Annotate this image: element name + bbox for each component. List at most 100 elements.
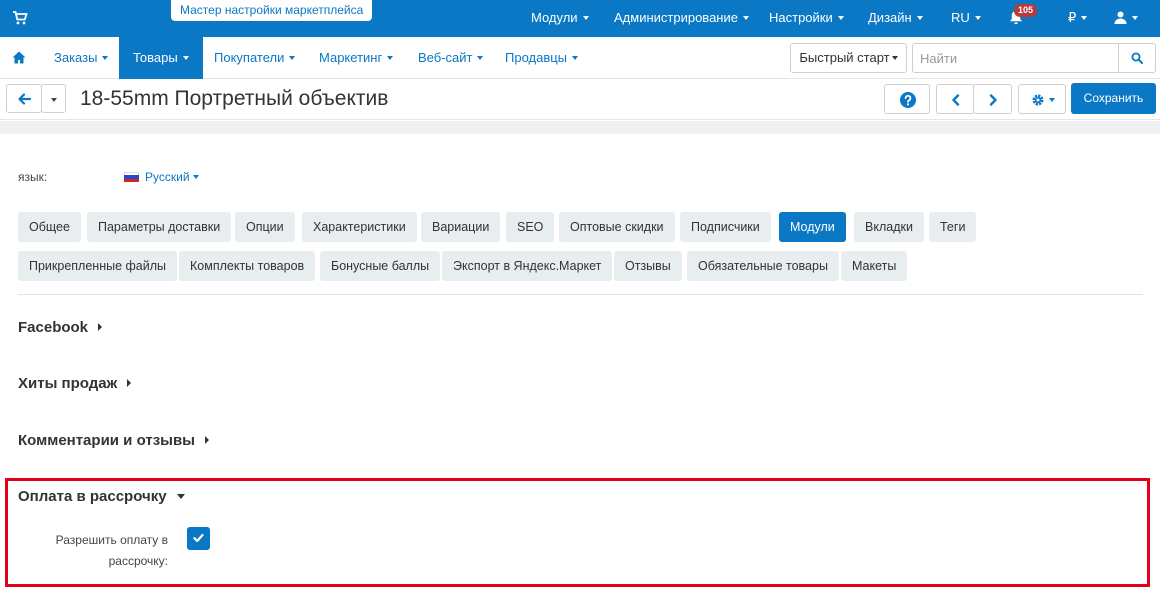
- chevron-down-icon: [51, 98, 57, 102]
- language-value: Русский: [145, 170, 190, 184]
- search-box: [912, 43, 1156, 73]
- chevron-right-icon: [989, 94, 997, 106]
- home-icon[interactable]: [12, 51, 26, 64]
- caret-icon: [387, 55, 394, 60]
- tab-tags[interactable]: Теги: [929, 212, 977, 242]
- next-product-button[interactable]: [973, 84, 1012, 114]
- title-bar: 18-55mm Портретный объектив Сохранить: [0, 79, 1160, 120]
- installment-checkbox[interactable]: [187, 527, 210, 550]
- menu-administration[interactable]: Администрирование: [614, 0, 749, 37]
- checkmark-icon: [193, 533, 204, 543]
- cart-icon[interactable]: [12, 10, 28, 26]
- main-navigation: Заказы Товары Покупатели Маркетинг Веб-с…: [0, 37, 1160, 79]
- menu-settings-label: Настройки: [769, 10, 833, 25]
- caret-down-icon: [176, 494, 185, 499]
- caret-icon: [974, 15, 981, 20]
- language-selector[interactable]: Русский: [124, 170, 199, 184]
- header-shadow: [0, 121, 1160, 134]
- quick-start-button[interactable]: Быстрый старт: [790, 43, 907, 73]
- caret-icon: [192, 174, 199, 179]
- menu-modules-label: Модули: [531, 10, 578, 25]
- tab-attachments[interactable]: Прикрепленные файлы: [18, 251, 178, 281]
- caret-icon: [1081, 15, 1088, 20]
- top-bar: Мастер настройки маркетплейса Модули Адм…: [0, 0, 1160, 37]
- tab-required-products[interactable]: Обязательные товары: [687, 251, 839, 281]
- caret-right-icon: [127, 379, 132, 387]
- tab-wholesale[interactable]: Оптовые скидки: [559, 212, 675, 242]
- nav-orders-label: Заказы: [54, 50, 98, 65]
- tab-layouts[interactable]: Макеты: [841, 251, 908, 281]
- menu-administration-label: Администрирование: [614, 10, 738, 25]
- section-installment[interactable]: Оплата в рассрочку: [18, 488, 185, 505]
- russia-flag-icon: [124, 172, 139, 182]
- caret-icon: [182, 55, 189, 60]
- section-bestsellers-label: Хиты продаж: [18, 375, 118, 392]
- tab-options[interactable]: Опции: [235, 212, 295, 242]
- previous-product-button[interactable]: [936, 84, 974, 114]
- tab-shipping-params[interactable]: Параметры доставки: [87, 212, 232, 242]
- nav-website[interactable]: Веб-сайт: [418, 37, 484, 79]
- menu-user[interactable]: [1114, 0, 1138, 37]
- caret-right-icon: [205, 436, 209, 444]
- section-facebook[interactable]: Facebook: [18, 319, 103, 336]
- chevron-left-icon: [952, 94, 960, 106]
- arrow-left-icon: [18, 93, 31, 105]
- tab-modules[interactable]: Модули: [779, 212, 846, 242]
- nav-products[interactable]: Товары: [119, 37, 203, 79]
- user-icon: [1114, 11, 1127, 24]
- nav-customers[interactable]: Покупатели: [214, 37, 296, 79]
- search-input[interactable]: [913, 44, 1119, 72]
- caret-icon: [289, 55, 296, 60]
- caret-icon: [102, 55, 109, 60]
- search-icon: [1131, 52, 1143, 64]
- menu-settings[interactable]: Настройки: [769, 0, 844, 37]
- back-button[interactable]: [6, 84, 42, 113]
- tab-variations[interactable]: Вариации: [421, 212, 501, 242]
- caret-icon: [1049, 98, 1055, 102]
- page-title: 18-55mm Портретный объектив: [80, 87, 389, 110]
- marketplace-wizard-button[interactable]: Мастер настройки маркетплейса: [171, 0, 373, 21]
- help-icon: [900, 92, 916, 108]
- caret-icon: [891, 55, 898, 60]
- divider: [18, 294, 1143, 295]
- caret-right-icon: [98, 323, 103, 331]
- tab-bonus-points[interactable]: Бонусные баллы: [320, 251, 441, 281]
- section-bestsellers[interactable]: Хиты продаж: [18, 375, 132, 392]
- caret-icon: [837, 15, 844, 20]
- menu-language-label: RU: [951, 10, 970, 25]
- language-label: язык:: [18, 170, 48, 184]
- menu-currency-label: ₽: [1068, 10, 1077, 25]
- tab-features[interactable]: Характеристики: [302, 212, 417, 242]
- menu-design[interactable]: Дизайн: [868, 0, 923, 37]
- help-button[interactable]: [884, 84, 930, 114]
- tab-bundles[interactable]: Комплекты товаров: [179, 251, 316, 281]
- installment-field-label: Разрешить оплату в рассрочку:: [55, 533, 168, 568]
- nav-orders[interactable]: Заказы: [54, 37, 109, 79]
- caret-icon: [742, 15, 749, 20]
- nav-marketing-label: Маркетинг: [319, 50, 383, 65]
- nav-vendors[interactable]: Продавцы: [505, 37, 579, 79]
- quick-start-label: Быстрый старт: [799, 50, 890, 65]
- section-comments-label: Комментарии и отзывы: [18, 432, 195, 449]
- search-button[interactable]: [1118, 44, 1155, 72]
- nav-marketing[interactable]: Маркетинг: [319, 37, 394, 79]
- menu-currency[interactable]: ₽: [1068, 0, 1088, 37]
- nav-vendors-label: Продавцы: [505, 50, 568, 65]
- section-facebook-label: Facebook: [18, 319, 89, 336]
- caret-icon: [582, 15, 589, 20]
- section-comments-reviews[interactable]: Комментарии и отзывы: [18, 432, 209, 449]
- tab-seo[interactable]: SEO: [506, 212, 555, 242]
- tab-product-tabs[interactable]: Вкладки: [854, 212, 924, 242]
- back-history-dropdown[interactable]: [41, 84, 66, 113]
- section-installment-label: Оплата в рассрочку: [18, 488, 167, 505]
- menu-modules[interactable]: Модули: [531, 0, 589, 37]
- tab-general[interactable]: Общее: [18, 212, 81, 242]
- gear-icon: [1032, 94, 1044, 106]
- nav-customers-label: Покупатели: [214, 50, 285, 65]
- tab-yandex-export[interactable]: Экспорт в Яндекс.Маркет: [442, 251, 613, 281]
- tab-reviews[interactable]: Отзывы: [614, 251, 682, 281]
- menu-language[interactable]: RU: [951, 0, 981, 37]
- settings-dropdown-button[interactable]: [1018, 84, 1066, 114]
- tab-subscribers[interactable]: Подписчики: [680, 212, 771, 242]
- save-button[interactable]: Сохранить: [1071, 83, 1156, 114]
